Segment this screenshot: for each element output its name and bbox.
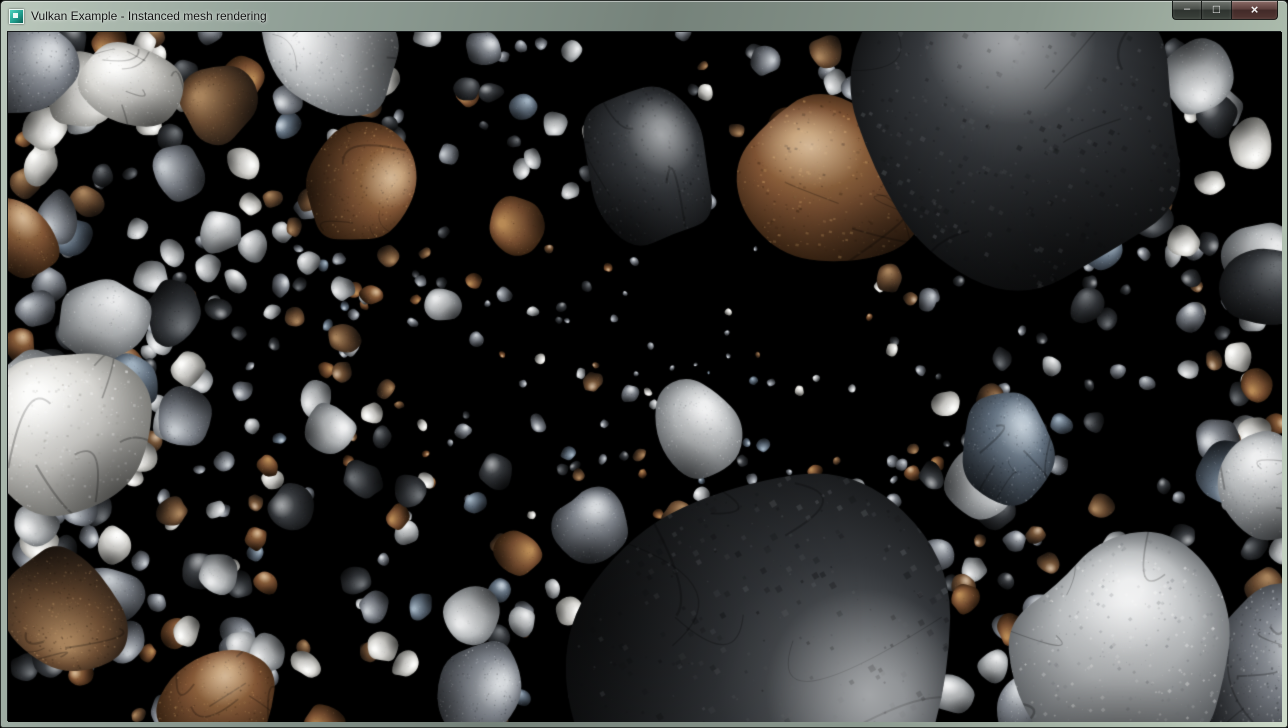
render-viewport[interactable] xyxy=(8,32,1282,722)
maximize-button[interactable]: □ xyxy=(1202,1,1232,20)
maximize-icon: □ xyxy=(1213,2,1220,16)
minimize-icon: – xyxy=(1184,3,1190,15)
titlebar[interactable]: Vulkan Example - Instanced mesh renderin… xyxy=(1,1,1287,31)
close-icon: × xyxy=(1251,2,1259,17)
app-icon-inner xyxy=(13,13,18,18)
close-button[interactable]: × xyxy=(1232,1,1278,20)
app-window: Vulkan Example - Instanced mesh renderin… xyxy=(0,0,1288,728)
app-icon[interactable] xyxy=(9,9,24,24)
minimize-button[interactable]: – xyxy=(1172,1,1202,20)
viewport-frame xyxy=(7,31,1281,721)
window-controls: – □ × xyxy=(1172,1,1278,20)
window-title: Vulkan Example - Instanced mesh renderin… xyxy=(31,9,267,23)
